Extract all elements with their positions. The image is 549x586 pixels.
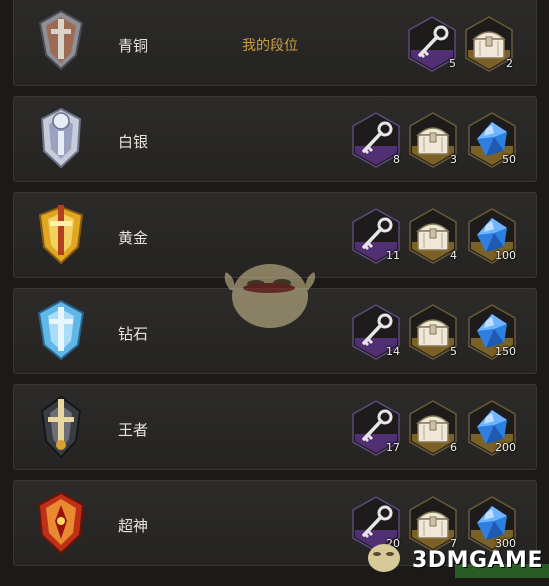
tier-name: 王者 xyxy=(118,421,149,439)
tier-name: 黄金 xyxy=(118,229,149,247)
godlike-emblem-icon xyxy=(36,491,86,555)
tier-name: 钻石 xyxy=(118,325,149,343)
chest-reward[interactable]: 6 xyxy=(409,400,457,456)
chest-reward-count: 6 xyxy=(450,441,457,454)
key-reward[interactable]: 8 xyxy=(352,112,400,168)
tier-name: 超神 xyxy=(118,517,149,535)
chest-icon xyxy=(413,311,453,351)
key-reward-count: 11 xyxy=(386,249,400,262)
3dmgame-logo-text: 3DMGAME xyxy=(412,548,543,573)
tier-row-1: 白银 8 3 50 xyxy=(13,96,537,182)
tier-name: 青铜 xyxy=(118,37,149,55)
bronze-emblem-icon xyxy=(36,9,86,73)
silver-emblem-icon xyxy=(36,107,86,171)
chest-icon xyxy=(413,407,453,447)
gem-reward[interactable]: 150 xyxy=(468,304,516,360)
chest-reward-count: 3 xyxy=(450,153,457,166)
gem-reward-count: 50 xyxy=(502,153,516,166)
gem-reward-count: 200 xyxy=(495,441,516,454)
gem-reward-count: 150 xyxy=(495,345,516,358)
key-reward-count: 17 xyxy=(386,441,400,454)
tier-name: 白银 xyxy=(118,133,149,151)
chest-reward[interactable]: 4 xyxy=(409,208,457,264)
key-icon xyxy=(412,23,452,63)
key-reward-count: 14 xyxy=(386,345,400,358)
diamond-emblem-icon xyxy=(36,299,86,363)
gem-reward[interactable]: 100 xyxy=(468,208,516,264)
key-reward[interactable]: 17 xyxy=(352,400,400,456)
gem-reward-count: 100 xyxy=(495,249,516,262)
gem-reward[interactable]: 200 xyxy=(468,400,516,456)
key-icon xyxy=(356,119,396,159)
tier-row-4: 王者 17 6 200 xyxy=(13,384,537,470)
gem-reward[interactable]: 50 xyxy=(468,112,516,168)
mascot-watermark xyxy=(222,250,318,334)
chest-icon xyxy=(413,215,453,255)
gold-emblem-icon xyxy=(36,203,86,267)
chest-reward[interactable]: 3 xyxy=(409,112,457,168)
key-reward-count: 8 xyxy=(393,153,400,166)
chest-reward-count: 2 xyxy=(506,57,513,70)
chest-icon xyxy=(469,23,509,63)
tier-row-0: 青铜 我的段位 5 2 xyxy=(13,0,537,86)
chest-reward-count: 4 xyxy=(450,249,457,262)
chest-reward-count: 5 xyxy=(450,345,457,358)
key-reward[interactable]: 5 xyxy=(408,16,456,72)
king-emblem-icon xyxy=(36,395,86,459)
chest-reward[interactable]: 5 xyxy=(409,304,457,360)
my-rank-label: 我的段位 xyxy=(242,38,298,54)
chest-icon xyxy=(413,119,453,159)
key-reward-count: 5 xyxy=(449,57,456,70)
key-reward[interactable]: 14 xyxy=(352,304,400,360)
chest-reward[interactable]: 2 xyxy=(465,16,513,72)
key-reward[interactable]: 11 xyxy=(352,208,400,264)
